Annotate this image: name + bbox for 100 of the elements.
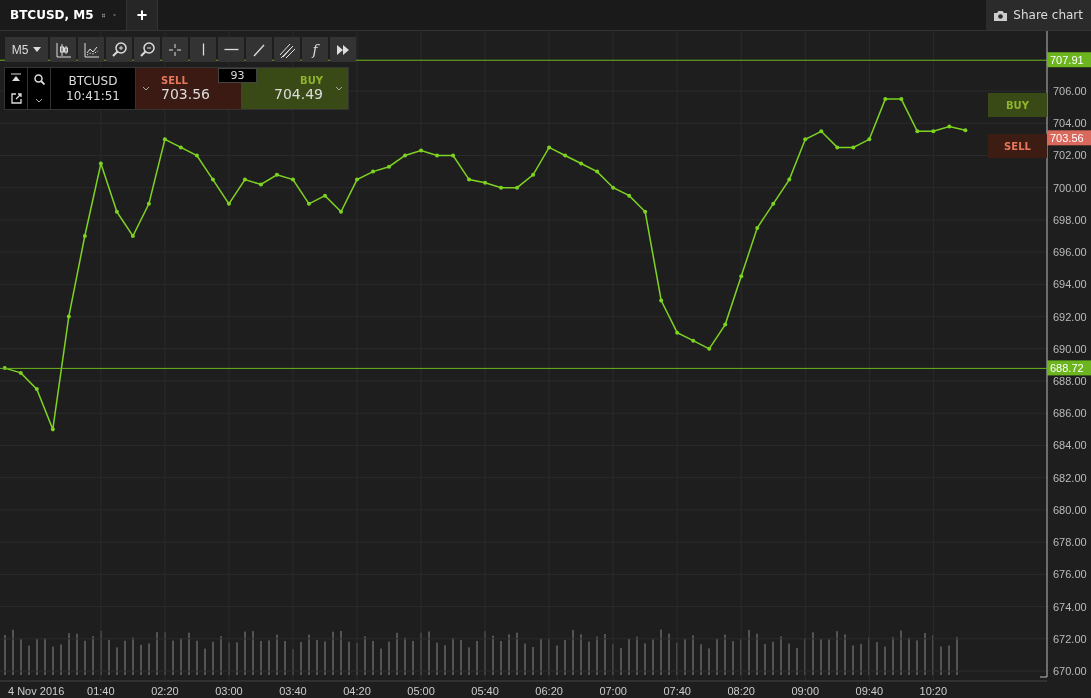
axis-label: 04:20 [343, 685, 371, 697]
data-point [66, 314, 71, 319]
data-point [851, 145, 856, 150]
data-point [611, 185, 616, 190]
data-point [290, 177, 295, 182]
horizontal-line-tool[interactable] [218, 37, 244, 62]
data-point [627, 193, 632, 198]
chevron-icon [35, 97, 43, 103]
date-label: 4 Nov 2016 [8, 685, 65, 697]
axis-label: 03:40 [279, 685, 307, 697]
axis-label: 03:00 [215, 685, 243, 697]
timeframe-dropdown[interactable]: M5 [5, 37, 48, 62]
axis-label: 694.00 [1053, 278, 1087, 291]
buy-button[interactable]: BUY [988, 93, 1047, 117]
data-point [307, 201, 311, 206]
line-chart-tool[interactable] [78, 37, 104, 62]
chevron-icon [334, 86, 343, 91]
axis-label: 702.00 [1053, 149, 1087, 162]
camera-icon [994, 9, 1008, 21]
data-point [82, 234, 87, 238]
axis-label: 674.00 [1053, 600, 1087, 613]
data-point [18, 370, 23, 375]
data-point [899, 97, 904, 102]
axis-label: 704.00 [1053, 117, 1087, 130]
candlestick-tool[interactable] [50, 37, 76, 62]
data-point [515, 185, 520, 190]
data-point [883, 97, 888, 102]
zoom-out-icon [138, 40, 156, 59]
axis-label: 01:40 [87, 685, 115, 697]
data-point [387, 164, 391, 169]
axis-label: 678.00 [1053, 536, 1087, 549]
axis-label: 676.00 [1053, 568, 1087, 581]
axis-label: 682.00 [1053, 471, 1087, 484]
data-point [435, 153, 440, 158]
data-point [34, 387, 39, 392]
data-point [274, 172, 279, 177]
channel-tool[interactable] [274, 37, 300, 62]
axis-label: 688.00 [1053, 375, 1087, 387]
data-point [947, 124, 952, 129]
zoom-out-tool[interactable] [134, 37, 160, 62]
data-point [691, 338, 696, 343]
axis-label: 07:00 [599, 685, 627, 697]
axis-label: 07:40 [663, 685, 691, 697]
zoom-in-tool[interactable] [106, 37, 132, 62]
data-point [787, 177, 792, 182]
sell-button[interactable]: SELL [988, 134, 1047, 158]
axis-label: 692.00 [1053, 310, 1087, 323]
function-button[interactable]: f [302, 37, 328, 62]
data-point [2, 366, 7, 371]
data-point [803, 137, 808, 142]
price-tag: 703.56 [1047, 130, 1091, 146]
data-point [835, 145, 840, 150]
data-point [194, 153, 199, 158]
data-point [707, 346, 712, 351]
line-chart-icon [82, 40, 100, 59]
data-point [675, 330, 680, 335]
popout-icon [10, 92, 22, 104]
axis-label: 680.00 [1053, 503, 1087, 516]
crosshair-tool[interactable] [162, 37, 188, 62]
axis-label: 696.00 [1053, 246, 1087, 259]
zoom-in-icon [110, 40, 128, 59]
data-point [723, 322, 728, 327]
fast-forward-tool[interactable] [330, 37, 356, 62]
data-point [339, 209, 343, 214]
data-point [659, 298, 664, 303]
data-point [579, 161, 584, 166]
data-point [130, 234, 135, 238]
data-point [499, 185, 504, 190]
spread-value: 93 [218, 68, 257, 83]
data-point [162, 137, 167, 142]
data-point [50, 427, 55, 432]
trend-line-tool[interactable] [246, 37, 272, 62]
data-point [563, 153, 568, 158]
search-icon [33, 74, 45, 86]
axis-label: 05:40 [471, 685, 499, 697]
data-point [146, 201, 151, 206]
price-tag: 707.91 [1047, 52, 1091, 68]
data-point [451, 153, 456, 158]
new-tab-button[interactable]: + [127, 0, 158, 30]
axis-label: 670.00 [1053, 665, 1087, 677]
data-point [178, 145, 183, 150]
candlestick-icon [54, 40, 72, 59]
axis-label: 09:00 [791, 685, 820, 697]
clock-time: 10:41:51 [66, 89, 120, 103]
data-point [547, 145, 552, 150]
vertical-line-icon [201, 43, 205, 56]
data-point [483, 180, 488, 185]
data-point [242, 177, 247, 182]
data-point [467, 177, 472, 182]
symbol-name: BTCUSD [68, 74, 118, 88]
caret-icon [33, 47, 42, 52]
data-point [739, 274, 744, 279]
share-chart-button[interactable]: Share chart [986, 0, 1091, 30]
chevron-icon [141, 86, 150, 91]
axis-label: 672.00 [1053, 632, 1087, 645]
data-point [931, 129, 936, 134]
axis-label: 698.00 [1053, 213, 1087, 226]
price-tag: 688.72 [1047, 360, 1091, 376]
axis-label: 686.00 [1053, 407, 1087, 420]
data-point [98, 161, 103, 166]
